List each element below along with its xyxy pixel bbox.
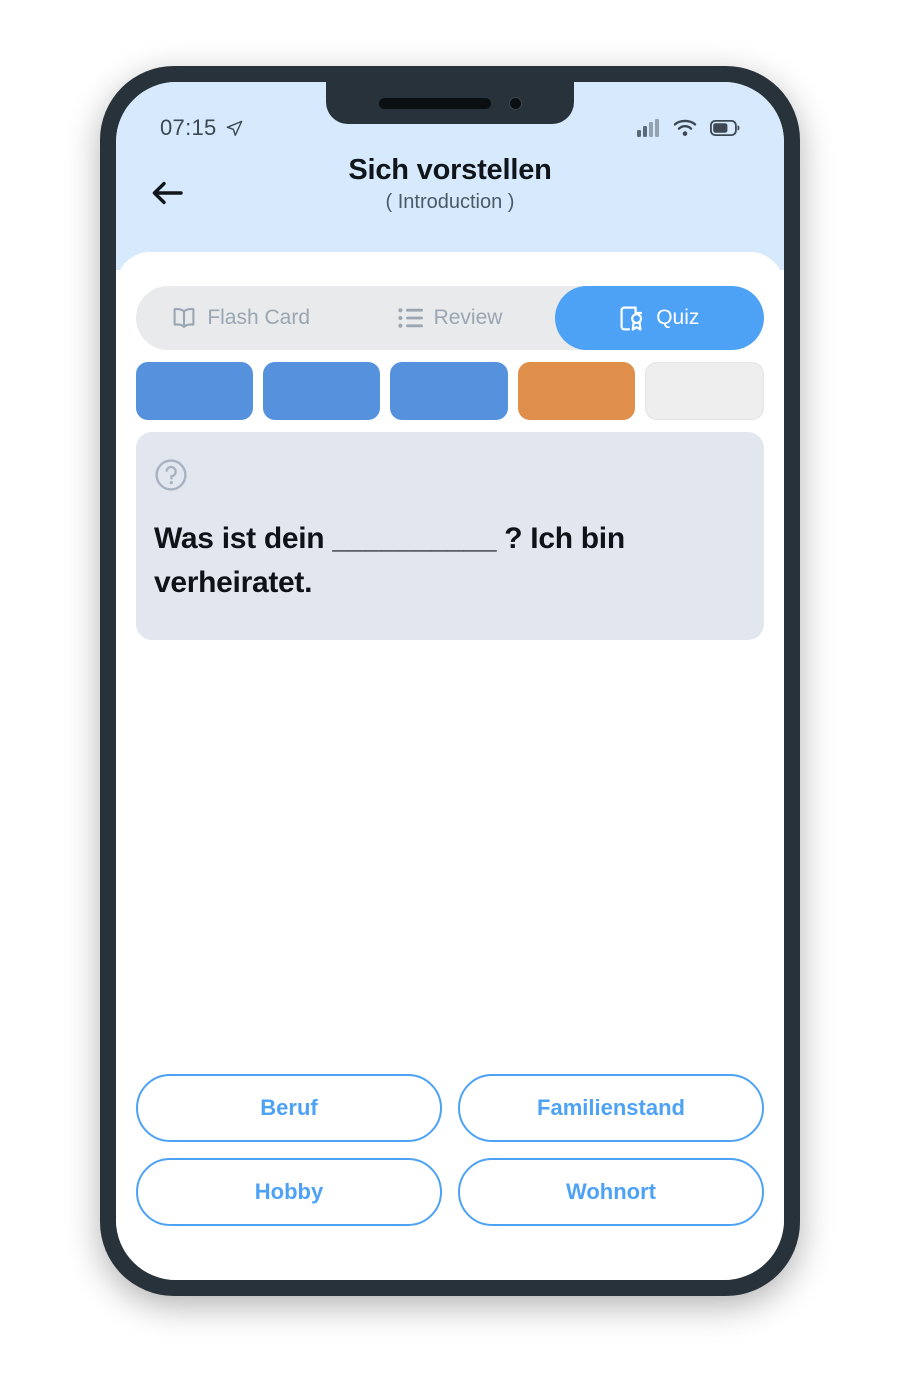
- notch-camera-icon: [508, 96, 522, 110]
- battery-icon: [710, 120, 740, 136]
- question-mark-circle-icon: [155, 459, 187, 491]
- mode-tab-bar: Flash Card Review Quiz: [136, 286, 764, 350]
- tab-quiz[interactable]: Quiz: [554, 286, 764, 350]
- tab-flash-card-label: Flash Card: [207, 306, 311, 329]
- quiz-badge-icon: [620, 306, 643, 331]
- back-button[interactable]: [144, 170, 190, 216]
- bullet-list-icon: [397, 308, 423, 328]
- tab-review[interactable]: Review: [345, 286, 554, 350]
- title-block: Sich vorstellen ( Introduction ): [116, 152, 784, 214]
- answer-option-beruf[interactable]: Beruf: [136, 1074, 442, 1142]
- wifi-icon: [673, 119, 697, 136]
- progress-chip-4[interactable]: [517, 362, 635, 420]
- question-text: Was ist dein __________ ? Ich bin verhei…: [154, 522, 625, 599]
- progress-chip-5[interactable]: [644, 362, 765, 420]
- tab-review-label: Review: [433, 306, 503, 329]
- content-sheet: Flash Card Review Quiz Was ist dein ____…: [116, 252, 784, 1280]
- progress-chip-1[interactable]: [136, 362, 254, 420]
- tab-flash-card[interactable]: Flash Card: [136, 286, 345, 350]
- progress-chip-2[interactable]: [263, 362, 381, 420]
- notch-speaker: [378, 97, 491, 109]
- status-icons-group: [637, 119, 740, 137]
- screenshot-stage: 07:15 Sich vorstellen (Introduction) F…: [0, 0, 900, 1400]
- answer-option-hobby[interactable]: Hobby: [136, 1158, 442, 1226]
- tab-quiz-label: Quiz: [656, 306, 700, 329]
- phone-screen: 07:15 Sich vorstellen (Introduction) F…: [116, 82, 784, 1280]
- navigation-row: Sich vorstellen ( Introduction ): [116, 152, 784, 244]
- page-title: Sich vorstellen: [348, 154, 552, 186]
- open-book-icon: [173, 308, 195, 328]
- location-arrow-icon: [226, 120, 242, 136]
- progress-indicator-row: [136, 362, 765, 420]
- progress-chip-3[interactable]: [390, 362, 508, 420]
- question-card: Was ist dein __________ ? Ich bin verhei…: [136, 432, 764, 640]
- status-time-label: 07:15: [160, 115, 217, 140]
- page-subtitle: ( Introduction ): [385, 191, 515, 213]
- phone-frame: 07:15 Sich vorstellen (Introduction) F…: [100, 66, 800, 1296]
- phone-notch: [326, 82, 574, 124]
- back-arrow-icon: [152, 181, 183, 205]
- answer-option-familienstand[interactable]: Familienstand: [458, 1074, 764, 1142]
- answer-options-grid: Beruf Familienstand Hobby Wohnort: [136, 1074, 764, 1280]
- cellular-signal-icon: [637, 119, 659, 137]
- status-time-group: 07:15: [160, 115, 244, 141]
- answer-option-wohnort[interactable]: Wohnort: [458, 1158, 764, 1226]
